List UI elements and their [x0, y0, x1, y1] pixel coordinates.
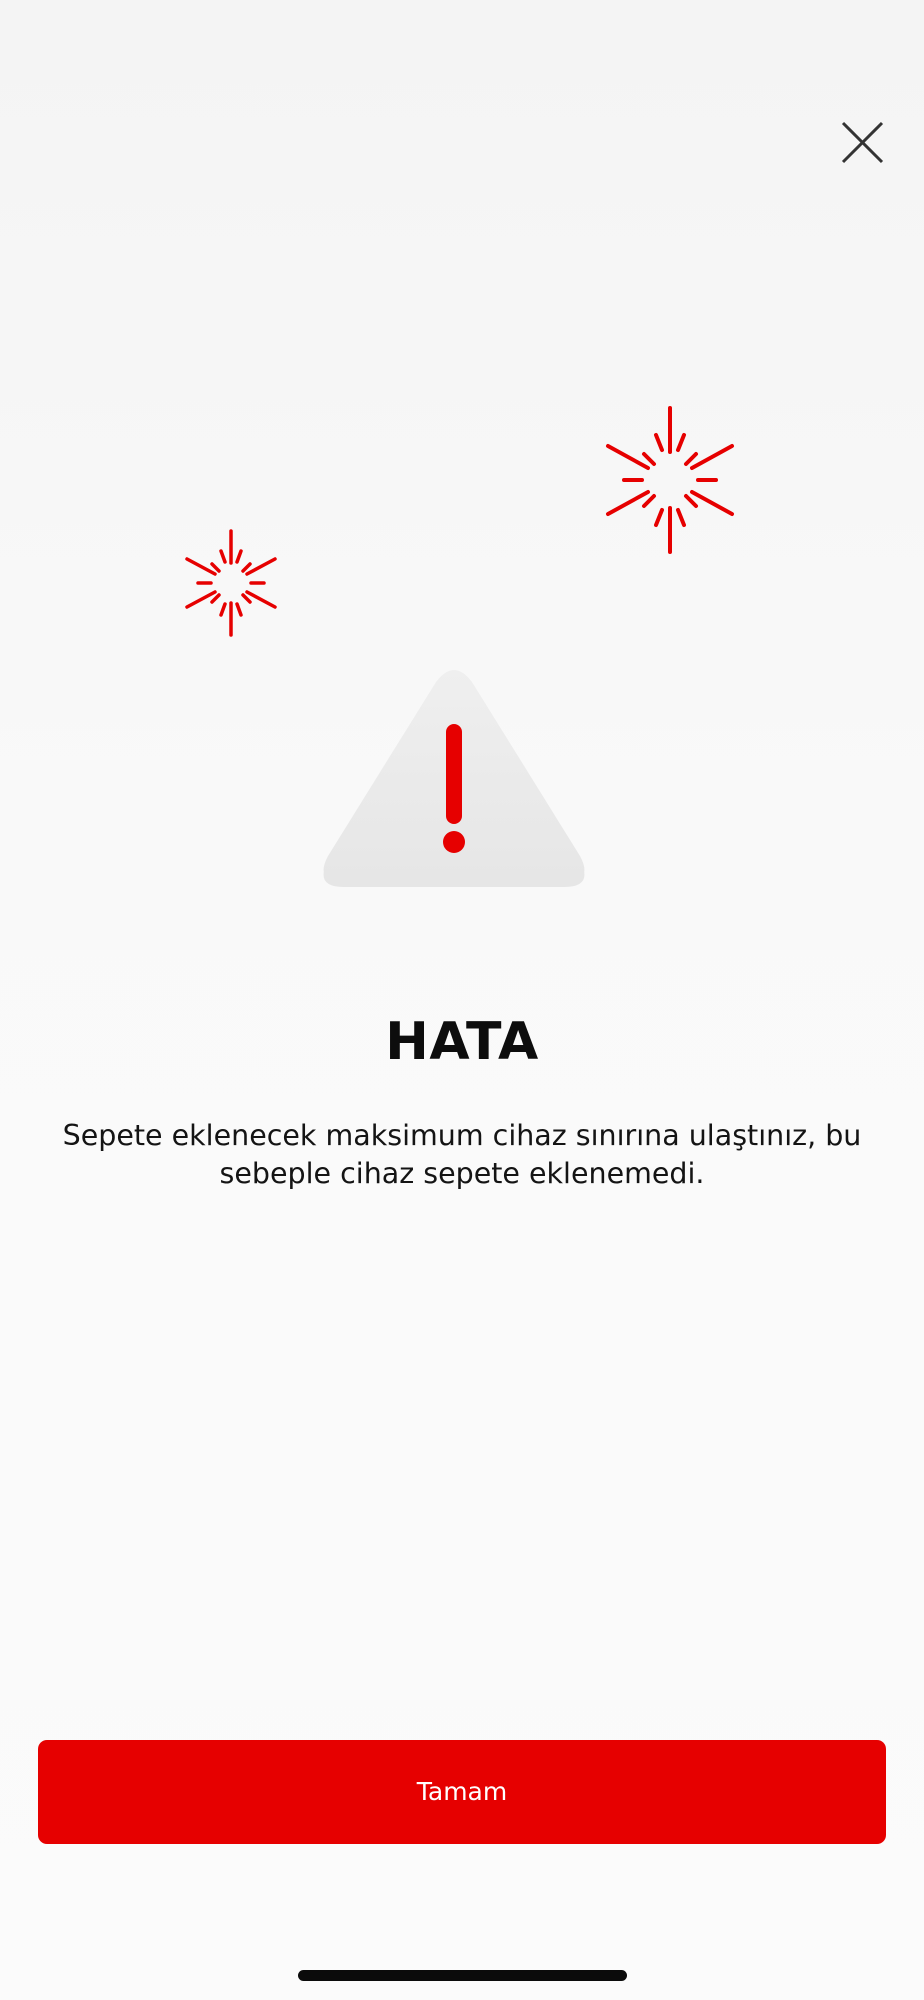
warning-triangle-icon — [323, 670, 585, 887]
dialog-title: HATA — [385, 1012, 539, 1072]
sparkle-icon — [185, 529, 277, 637]
ok-button[interactable]: Tamam — [38, 1740, 886, 1844]
error-message: Sepete eklenecek maksimum cihaz sınırına… — [62, 1119, 862, 1190]
home-indicator — [298, 1970, 627, 1981]
close-icon[interactable] — [826, 110, 892, 176]
sparkle-icon — [606, 406, 734, 554]
